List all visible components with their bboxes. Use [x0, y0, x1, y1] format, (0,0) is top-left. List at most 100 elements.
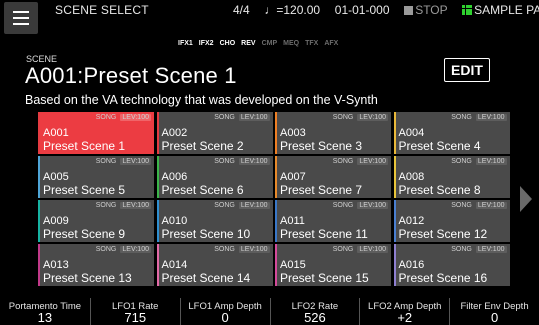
scene-number: A015 — [280, 259, 306, 271]
scene-cell-a001[interactable]: SONG LEV:100 A001 Preset Scene 1 — [38, 112, 154, 154]
scene-cell-a003[interactable]: SONG LEV:100 A003 Preset Scene 3 — [275, 112, 391, 154]
level-tag: LEV:100 — [475, 246, 507, 253]
scene-number: A011 — [280, 215, 305, 227]
fx-indicator-ifx1[interactable]: IFX1 — [178, 40, 193, 47]
edit-button[interactable]: EDIT — [444, 58, 490, 82]
scene-cell-name: Preset Scene 4 — [398, 139, 481, 153]
scene-number: A014 — [161, 259, 188, 271]
scene-color-stripe — [38, 200, 40, 242]
scene-cell-a005[interactable]: SONG LEV:100 A005 Preset Scene 5 — [38, 156, 154, 198]
effect-indicators: IFX1 IFX2 CHO REV CMP MEQ TFX AFX — [178, 40, 344, 47]
scene-color-stripe — [275, 112, 277, 154]
scene-tags: SONG LEV:100 — [92, 114, 151, 121]
scene-color-stripe — [156, 112, 159, 154]
sample-pad-icon — [462, 5, 473, 15]
scene-color-stripe — [275, 156, 277, 198]
song-tag: SONG — [332, 202, 354, 209]
scene-tags: SONG LEV:100 — [447, 246, 507, 253]
scene-color-stripe — [156, 200, 159, 242]
level-tag: LEV:100 — [357, 158, 388, 165]
scene-cell-a009[interactable]: SONG LEV:100 A009 Preset Scene 9 — [38, 200, 154, 242]
scene-tags: SONG LEV:100 — [447, 114, 507, 121]
fx-indicator-afx[interactable]: AFX — [324, 40, 338, 47]
song-tag: SONG — [95, 246, 117, 253]
scene-cell-a004[interactable]: SONG LEV:100 A004 Preset Scene 4 — [393, 112, 510, 154]
next-page-arrow-icon[interactable] — [520, 186, 532, 212]
tempo-display[interactable]: ♩=120.00 — [264, 3, 320, 17]
scene-number: A001 — [43, 127, 69, 139]
sample-pad-button[interactable]: SAMPLE PAD — [474, 3, 539, 17]
level-tag: LEV:100 — [357, 114, 388, 121]
scene-cell-a002[interactable]: SONG LEV:100 A002 Preset Scene 2 — [156, 112, 273, 154]
fx-indicator-meq[interactable]: MEQ — [283, 40, 299, 47]
song-tag: SONG — [95, 202, 117, 209]
song-tag: SONG — [95, 158, 117, 165]
level-tag: LEV:100 — [238, 246, 270, 253]
scene-color-stripe — [393, 156, 396, 198]
fx-indicator-rev[interactable]: REV — [241, 40, 255, 47]
scene-cell-name: Preset Scene 13 — [43, 271, 132, 285]
level-tag: LEV:100 — [475, 158, 507, 165]
scene-tags: SONG LEV:100 — [92, 202, 151, 209]
scene-cell-name: Preset Scene 5 — [43, 183, 126, 197]
song-position: 01-01-000 — [334, 3, 390, 17]
song-tag: SONG — [332, 158, 354, 165]
scene-color-stripe — [38, 156, 40, 198]
scene-cell-a013[interactable]: SONG LEV:100 A013 Preset Scene 13 — [38, 244, 154, 286]
scene-tags: SONG LEV:100 — [210, 158, 270, 165]
level-tag: LEV:100 — [120, 202, 151, 209]
scene-description: Based on the VA technology that was deve… — [25, 93, 378, 107]
scene-number: A003 — [280, 127, 306, 139]
scene-number: A008 — [398, 171, 425, 183]
scene-number: A009 — [43, 215, 69, 227]
scene-number: A007 — [280, 171, 306, 183]
scene-number: A002 — [161, 127, 188, 139]
scene-cell-a016[interactable]: SONG LEV:100 A016 Preset Scene 16 — [393, 244, 510, 286]
scene-number: A004 — [398, 127, 425, 139]
scene-number: A005 — [43, 171, 69, 183]
scene-cell-name: Preset Scene 11 — [280, 227, 368, 241]
fx-indicator-cmp[interactable]: CMP — [262, 40, 278, 47]
song-tag: SONG — [451, 202, 472, 209]
top-bar: SCENE SELECT 4/4 ♩=120.00 01-01-000 STOP… — [0, 0, 539, 36]
scene-tags: SONG LEV:100 — [447, 202, 507, 209]
fx-indicator-ifx2[interactable]: IFX2 — [199, 40, 214, 47]
param-knob-filter-env-depth[interactable]: Filter Env Depth 0 — [449, 298, 539, 325]
scene-cell-name: Preset Scene 9 — [43, 227, 126, 241]
param-knob-lfo2-rate[interactable]: LFO2 Rate 526 — [269, 298, 360, 325]
param-knob-portamento-time[interactable]: Portamento Time 13 — [0, 298, 90, 325]
scene-cell-a006[interactable]: SONG LEV:100 A006 Preset Scene 6 — [156, 156, 273, 198]
scene-cell-a015[interactable]: SONG LEV:100 A015 Preset Scene 15 — [275, 244, 391, 286]
scene-color-stripe — [38, 244, 40, 286]
param-value: +2 — [397, 310, 413, 325]
scene-tags: SONG LEV:100 — [210, 246, 270, 253]
level-tag: LEV:100 — [238, 114, 270, 121]
song-tag: SONG — [214, 158, 235, 165]
level-tag: LEV:100 — [475, 202, 507, 209]
scene-cell-a011[interactable]: SONG LEV:100 A011 Preset Scene 11 — [275, 200, 391, 242]
level-tag: LEV:100 — [120, 114, 151, 121]
scene-cell-name: Preset Scene 7 — [280, 183, 363, 197]
param-knob-lfo1-amp-depth[interactable]: LFO1 Amp Depth 0 — [179, 298, 270, 325]
transport-status: 4/4 ♩=120.00 01-01-000 STOP SAMPLE PAD — [233, 3, 539, 17]
scene-cell-a010[interactable]: SONG LEV:100 A010 Preset Scene 10 — [156, 200, 273, 242]
stop-icon — [404, 6, 414, 15]
scene-cell-a014[interactable]: SONG LEV:100 A014 Preset Scene 14 — [156, 244, 273, 286]
fx-indicator-tfx[interactable]: TFX — [305, 40, 318, 47]
menu-icon[interactable] — [4, 2, 38, 34]
scene-tags: SONG LEV:100 — [92, 246, 151, 253]
scene-tags: SONG LEV:100 — [447, 158, 507, 165]
level-tag: LEV:100 — [238, 158, 270, 165]
scene-cell-a012[interactable]: SONG LEV:100 A012 Preset Scene 12 — [393, 200, 510, 242]
scene-color-stripe — [38, 112, 40, 154]
song-tag: SONG — [332, 246, 354, 253]
scene-cell-a008[interactable]: SONG LEV:100 A008 Preset Scene 8 — [393, 156, 510, 198]
scene-number: A012 — [398, 215, 425, 227]
level-tag: LEV:100 — [475, 114, 507, 121]
fx-indicator-cho[interactable]: CHO — [220, 40, 236, 47]
param-knob-lfo1-rate[interactable]: LFO1 Rate 715 — [89, 298, 180, 325]
param-knob-lfo2-amp-depth[interactable]: LFO2 Amp Depth +2 — [359, 298, 449, 325]
scene-cell-a007[interactable]: SONG LEV:100 A007 Preset Scene 7 — [275, 156, 391, 198]
song-tag: SONG — [214, 114, 235, 121]
scene-color-stripe — [275, 244, 277, 286]
